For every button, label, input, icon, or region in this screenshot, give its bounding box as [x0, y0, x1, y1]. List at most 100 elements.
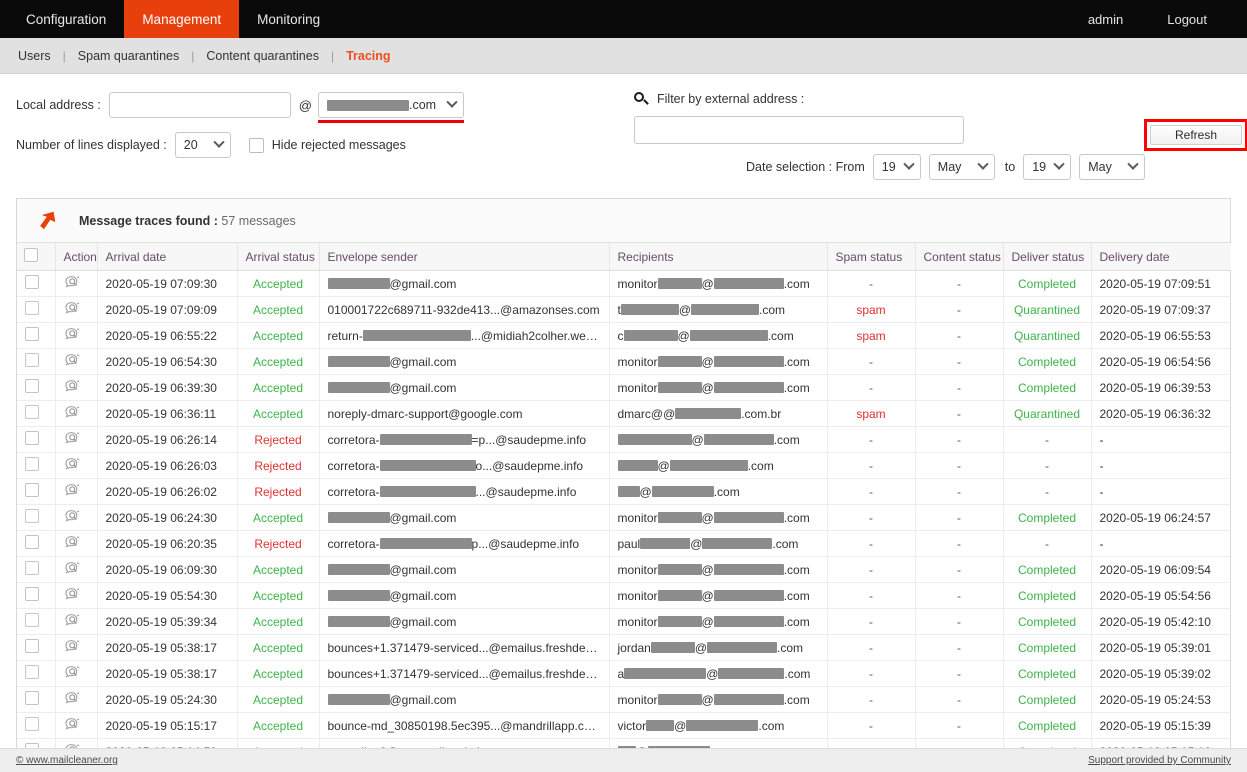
redacted-domain-text	[326, 99, 409, 111]
table-row[interactable]: 2020-05-19 05:24:30 Accepted @gmail.com mon…	[17, 686, 1231, 713]
column-header-arrival-status[interactable]: Arrival status	[237, 243, 320, 271]
row-checkbox[interactable]	[25, 483, 39, 497]
table-row[interactable]: 2020-05-19 05:15:17 Accepted bounce-md_308…	[17, 712, 1231, 739]
footer-site-link[interactable]: © www.mailcleaner.org	[16, 755, 118, 766]
column-header-delivery-date[interactable]: Delivery date	[1091, 243, 1231, 271]
row-checkbox[interactable]	[25, 405, 39, 419]
column-header-deliver-status[interactable]: Deliver status	[1003, 243, 1092, 271]
table-row[interactable]: 2020-05-19 06:26:14 Rejected corretora- =p.…	[17, 426, 1231, 453]
table-row[interactable]: 2020-05-19 06:09:30 Accepted @gmail.com mon…	[17, 556, 1231, 583]
trace-message-icon[interactable]	[64, 431, 82, 445]
row-action-cell	[55, 478, 98, 505]
row-checkbox[interactable]	[25, 379, 39, 393]
table-row[interactable]: 2020-05-19 06:26:03 Rejected corretora-o..…	[17, 452, 1231, 479]
recipient-prefix: monitor	[617, 692, 658, 707]
trace-message-icon[interactable]	[64, 509, 82, 523]
column-header-spam-status[interactable]: Spam status	[827, 243, 916, 271]
trace-message-icon[interactable]	[64, 405, 82, 419]
row-checkbox[interactable]	[25, 457, 39, 471]
subnav-item-tracing[interactable]: Tracing	[344, 49, 392, 63]
row-action-cell	[55, 322, 98, 349]
current-user-label[interactable]: admin	[1066, 12, 1145, 27]
trace-message-icon[interactable]	[64, 483, 82, 497]
table-row[interactable]: 2020-05-19 06:54:30 Accepted @gmail.com mon…	[17, 348, 1231, 375]
deliver-status-cell: -	[1003, 530, 1092, 557]
row-checkbox[interactable]	[25, 275, 39, 289]
row-checkbox[interactable]	[25, 431, 39, 445]
column-header-arrival-date[interactable]: Arrival date	[97, 243, 238, 271]
trace-message-icon[interactable]	[64, 457, 82, 471]
recipient-at: @	[690, 536, 703, 551]
trace-message-icon[interactable]	[64, 665, 82, 679]
tab-configuration[interactable]: Configuration	[8, 0, 124, 38]
row-checkbox[interactable]	[25, 509, 39, 523]
table-row[interactable]: 2020-05-19 07:09:30 Accepted @gmail.com mon…	[17, 270, 1231, 297]
table-row[interactable]: 2020-05-19 06:24:30 Accepted @gmail.com mon…	[17, 504, 1231, 531]
row-checkbox[interactable]	[25, 327, 39, 341]
row-checkbox[interactable]	[25, 717, 39, 731]
date-to-month-select[interactable]: May	[1079, 154, 1146, 180]
table-row[interactable]: 2020-05-19 06:26:02 Rejected corretora-...…	[17, 478, 1231, 505]
table-row[interactable]: 2020-05-19 06:39:30 Accepted @gmail.com mon…	[17, 374, 1231, 401]
content-status-cell: -	[915, 686, 1004, 713]
trace-message-icon[interactable]	[64, 353, 82, 367]
table-row[interactable]: 2020-05-19 06:36:11 Accepted noreply-dmarc…	[17, 400, 1231, 427]
trace-message-icon[interactable]	[64, 327, 82, 341]
local-address-input[interactable]	[108, 92, 291, 118]
row-checkbox[interactable]	[25, 301, 39, 315]
trace-message-icon[interactable]	[64, 587, 82, 601]
table-row[interactable]: 2020-05-19 06:55:22 Accepted return- ...@mi…	[17, 322, 1231, 349]
table-row[interactable]: 2020-05-19 05:39:34 Accepted @gmail.com mon…	[17, 608, 1231, 635]
trace-message-icon[interactable]	[64, 691, 82, 705]
refresh-button[interactable]: Refresh	[1150, 125, 1242, 145]
row-action-cell	[55, 348, 98, 375]
external-address-input[interactable]	[634, 116, 964, 144]
trace-message-icon[interactable]	[64, 275, 82, 289]
table-row[interactable]: 2020-05-19 05:54:30 Accepted @gmail.com mon…	[17, 582, 1231, 609]
row-checkbox[interactable]	[25, 691, 39, 705]
column-header-recipients[interactable]: Recipients	[609, 243, 828, 271]
recipients-cell: monitor @ .com	[609, 582, 828, 609]
trace-message-icon[interactable]	[64, 535, 82, 549]
column-header-envelope-sender[interactable]: Envelope sender	[319, 243, 610, 271]
hide-rejected-checkbox[interactable]	[248, 137, 264, 153]
lines-displayed-select[interactable]: 20	[174, 132, 231, 158]
row-checkbox[interactable]	[25, 613, 39, 627]
trace-message-icon[interactable]	[64, 717, 82, 731]
trace-message-icon[interactable]	[64, 613, 82, 627]
row-checkbox[interactable]	[25, 587, 39, 601]
column-header-action[interactable]: Action	[55, 243, 98, 271]
recipient-prefix: monitor	[617, 588, 658, 603]
table-row[interactable]: 2020-05-19 07:09:09 Accepted 010001722c689…	[17, 296, 1231, 323]
trace-message-icon[interactable]	[64, 639, 82, 653]
date-from-month-select[interactable]: May	[928, 154, 995, 180]
tab-monitoring[interactable]: Monitoring	[239, 0, 338, 38]
row-checkbox[interactable]	[25, 665, 39, 679]
subnav-item-users[interactable]: Users	[16, 49, 53, 63]
arrival-status-cell: Accepted	[237, 608, 320, 635]
date-to-day-select[interactable]: 19	[1023, 154, 1072, 180]
footer-support-link[interactable]: Support provided by Community	[1088, 755, 1231, 766]
select-all-checkbox[interactable]	[24, 248, 38, 262]
date-from-day-select[interactable]: 19	[872, 154, 921, 180]
recipient-suffix: .com	[772, 536, 799, 551]
trace-message-icon[interactable]	[64, 301, 82, 315]
tab-management[interactable]: Management	[124, 0, 240, 38]
row-checkbox[interactable]	[25, 639, 39, 653]
trace-message-icon[interactable]	[64, 561, 82, 575]
logout-link[interactable]: Logout	[1145, 12, 1229, 27]
table-row[interactable]: 2020-05-19 05:38:17 Accepted bounces+1.371…	[17, 634, 1231, 661]
row-checkbox[interactable]	[25, 353, 39, 367]
domain-select[interactable]: .com	[317, 92, 464, 118]
subnav-item-content-quarantines[interactable]: Content quarantines	[204, 49, 321, 63]
row-checkbox[interactable]	[25, 561, 39, 575]
trace-message-icon[interactable]	[64, 379, 82, 393]
table-row[interactable]: 2020-05-19 06:20:35 Rejected corretora-p..…	[17, 530, 1231, 557]
delivery-date-cell: 2020-05-19 06:36:32	[1091, 400, 1231, 427]
row-checkbox[interactable]	[25, 535, 39, 549]
column-header-content-status[interactable]: Content status	[915, 243, 1004, 271]
subnav-item-spam-quarantines[interactable]: Spam quarantines	[76, 49, 181, 63]
redacted-text	[713, 511, 784, 523]
table-row[interactable]: 2020-05-19 05:38:17 Accepted bounces+1.371…	[17, 660, 1231, 687]
envelope-sender-cell: corretora-p...@saudepme.info	[319, 530, 610, 557]
